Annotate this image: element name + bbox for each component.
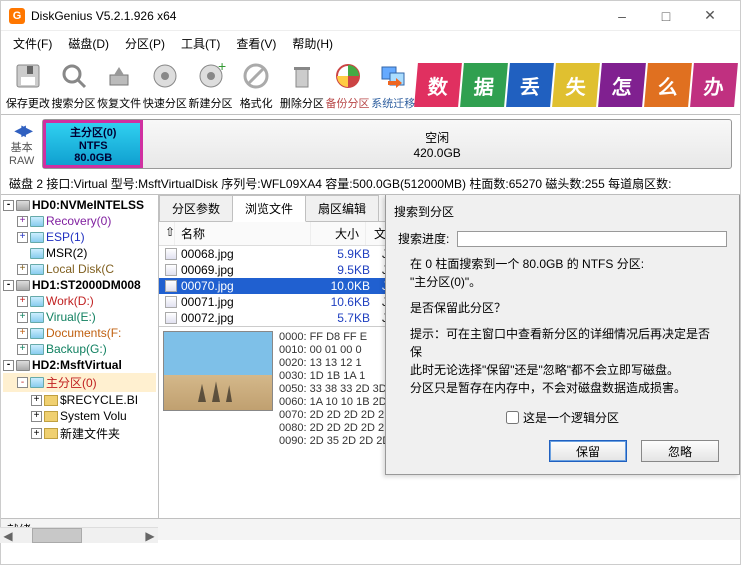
disk-nav: ◀ ▶ 基本 RAW bbox=[9, 122, 34, 167]
toolbar-quickpart[interactable]: 快速分区 bbox=[142, 59, 188, 111]
toolbar: 保存更改 搜索分区 恢复文件 快速分区 +新建分区 格式化 删除分区 备份分区 … bbox=[1, 55, 740, 115]
banner-ad[interactable]: 数 据 丢 失 怎 么 办 bbox=[416, 63, 736, 107]
scroll-left-icon[interactable]: ◀ bbox=[0, 528, 16, 543]
tree-disk-0[interactable]: HD0:NVMeINTELSS bbox=[32, 198, 144, 212]
scroll-right-icon[interactable]: ▶ bbox=[142, 528, 158, 543]
toolbar-delete[interactable]: 删除分区 bbox=[279, 59, 325, 111]
toolbar-save[interactable]: 保存更改 bbox=[5, 59, 51, 111]
disk-basic-label: 基本 bbox=[11, 139, 33, 155]
toolbar-format[interactable]: 格式化 bbox=[233, 59, 279, 111]
disk-tree[interactable]: -HD0:NVMeINTELSS +Recovery(0) +ESP(1) MS… bbox=[1, 195, 159, 518]
disk-raw-label: RAW bbox=[9, 155, 34, 167]
toolbar-migrate[interactable]: 系统迁移 bbox=[370, 59, 416, 111]
tree-part[interactable]: Recovery(0) bbox=[46, 214, 111, 228]
app-icon: G bbox=[9, 8, 25, 24]
title-bar: G DiskGenius V5.2.1.926 x64 – □ ✕ bbox=[1, 1, 740, 31]
menu-view[interactable]: 查看(V) bbox=[228, 33, 284, 54]
tab-browse-files[interactable]: 浏览文件 bbox=[232, 195, 306, 222]
svg-text:+: + bbox=[218, 61, 226, 74]
dialog-keep-question: 是否保留此分区？ bbox=[386, 295, 739, 321]
menu-help[interactable]: 帮助(H) bbox=[284, 33, 341, 54]
nav-next-icon[interactable]: ▶ bbox=[22, 122, 29, 138]
dialog-title: 搜索到分区 bbox=[386, 201, 739, 226]
toolbar-recover[interactable]: 恢复文件 bbox=[96, 59, 142, 111]
file-icon bbox=[165, 248, 177, 260]
tree-disk-2[interactable]: HD2:MsftVirtual bbox=[32, 358, 122, 372]
partition-icon bbox=[30, 216, 44, 227]
main-area: -HD0:NVMeINTELSS +Recovery(0) +ESP(1) MS… bbox=[1, 195, 740, 518]
toolbar-search[interactable]: 搜索分区 bbox=[51, 59, 97, 111]
minimize-button[interactable]: – bbox=[600, 2, 644, 30]
col-name[interactable]: 名称 bbox=[175, 222, 311, 245]
col-size[interactable]: 大小 bbox=[311, 222, 366, 245]
search-partition-dialog: 搜索到分区 搜索进度: 在 0 柱面搜索到一个 80.0GB 的 NTFS 分区… bbox=[385, 195, 740, 475]
menu-tools[interactable]: 工具(T) bbox=[173, 33, 228, 54]
tree-selected-partition[interactable]: 主分区(0) bbox=[46, 374, 97, 391]
tree-disk-1[interactable]: HD1:ST2000DM008 bbox=[32, 278, 141, 292]
toolbar-backup[interactable]: 备份分区 bbox=[325, 59, 371, 111]
toolbar-newpart[interactable]: +新建分区 bbox=[188, 59, 234, 111]
free-space-block[interactable]: 空闲 420.0GB bbox=[143, 120, 731, 168]
disk-icon bbox=[16, 200, 30, 211]
scrollbar-thumb[interactable] bbox=[32, 528, 82, 543]
menu-disk[interactable]: 磁盘(D) bbox=[60, 33, 117, 54]
nav-prev-icon[interactable]: ◀ bbox=[15, 122, 22, 138]
disk-info-line: 磁盘 2 接口:Virtual 型号:MsftVirtualDisk 序列号:W… bbox=[1, 173, 740, 195]
window-title: DiskGenius V5.2.1.926 x64 bbox=[31, 9, 600, 23]
tree-toggle[interactable]: - bbox=[3, 200, 14, 211]
preview-thumbnail bbox=[163, 331, 273, 411]
up-arrow-icon[interactable]: ⇧ bbox=[159, 222, 175, 245]
menu-file[interactable]: 文件(F) bbox=[5, 33, 60, 54]
tab-partition-params[interactable]: 分区参数 bbox=[159, 195, 233, 221]
maximize-button[interactable]: □ bbox=[644, 2, 688, 30]
partition-block-0[interactable]: 主分区(0) NTFS 80.0GB bbox=[43, 120, 143, 168]
logical-partition-label: 这是一个逻辑分区 bbox=[523, 409, 619, 426]
tree-horizontal-scrollbar[interactable]: ◀ ▶ bbox=[0, 527, 158, 543]
logical-partition-checkbox[interactable] bbox=[506, 411, 519, 424]
disk-map-bar: ◀ ▶ 基本 RAW 主分区(0) NTFS 80.0GB 空闲 420.0GB bbox=[1, 115, 740, 173]
progress-label: 搜索进度: bbox=[398, 230, 449, 247]
folder-icon bbox=[44, 395, 58, 406]
close-button[interactable]: ✕ bbox=[688, 2, 732, 30]
menu-bar: 文件(F) 磁盘(D) 分区(P) 工具(T) 查看(V) 帮助(H) bbox=[1, 31, 740, 55]
content-pane: 分区参数 浏览文件 扇区编辑 ⇧ 名称 大小 文件 00068.jpg5.9KB… bbox=[159, 195, 740, 518]
keep-button[interactable]: 保留 bbox=[549, 440, 627, 462]
tab-sector-edit[interactable]: 扇区编辑 bbox=[305, 195, 379, 221]
dialog-found-text: 在 0 柱面搜索到一个 80.0GB 的 NTFS 分区: "主分区(0)"。 bbox=[386, 251, 739, 295]
progress-bar bbox=[457, 231, 727, 247]
disk-map[interactable]: 主分区(0) NTFS 80.0GB 空闲 420.0GB bbox=[42, 119, 732, 169]
dialog-hint: 提示：可在主窗口中查看新分区的详细情况后再决定是否保 此时无论选择"保留"还是"… bbox=[386, 321, 739, 401]
ignore-button[interactable]: 忽略 bbox=[641, 440, 719, 462]
menu-partition[interactable]: 分区(P) bbox=[117, 33, 173, 54]
